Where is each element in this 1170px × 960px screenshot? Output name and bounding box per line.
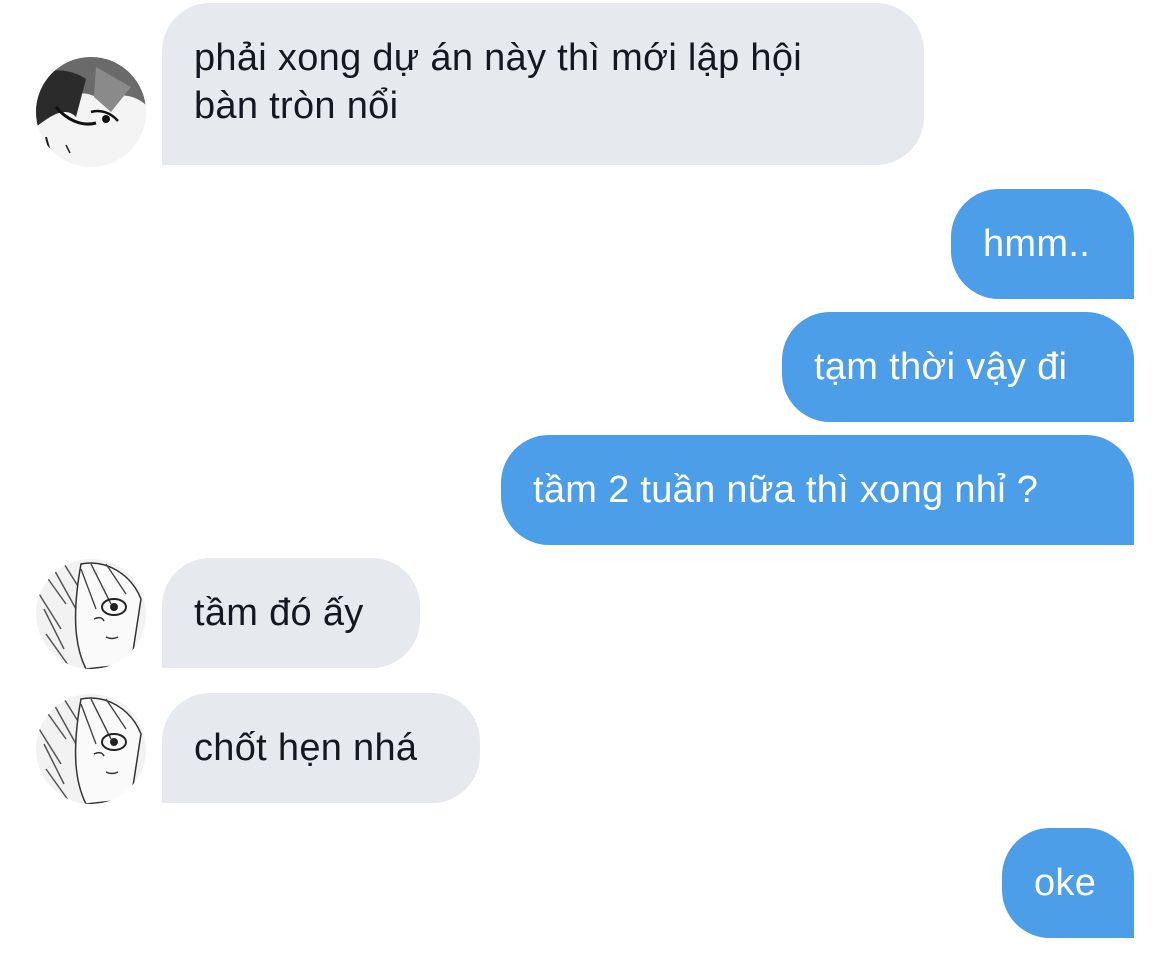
message-text: chốt hẹn nhá <box>194 727 418 769</box>
message-bubble-outgoing[interactable]: tầm 2 tuần nữa thì xong nhỉ ? <box>501 435 1134 545</box>
message-bubble-incoming[interactable]: tầm đó ấy <box>162 558 420 668</box>
message-text: hmm.. <box>983 223 1091 265</box>
message-bubble-outgoing[interactable]: hmm.. <box>951 189 1134 299</box>
message-bubble-incoming[interactable]: chốt hẹn nhá <box>162 693 480 803</box>
message-text: tạm thời vậy đi <box>814 346 1068 388</box>
avatar-sketch-face-icon <box>36 559 146 669</box>
sender-avatar[interactable] <box>36 559 146 669</box>
message-text: tầm 2 tuần nữa thì xong nhỉ ? <box>533 469 1039 511</box>
message-bubble-incoming[interactable]: phải xong dự án này thì mới lập hội bàn … <box>162 3 924 165</box>
sender-avatar[interactable] <box>36 57 146 167</box>
message-text-line: bàn tròn nổi <box>194 85 399 127</box>
avatar-dark-hair-icon <box>36 57 146 167</box>
message-text: oke <box>1034 862 1097 904</box>
message-bubble-outgoing[interactable]: tạm thời vậy đi <box>782 312 1134 422</box>
message-bubble-outgoing[interactable]: oke <box>1002 828 1134 938</box>
sender-avatar[interactable] <box>36 694 146 804</box>
avatar-sketch-face-icon <box>36 694 146 804</box>
message-text-line: phải xong dự án này thì mới lập hội <box>194 37 802 79</box>
message-text: tầm đó ấy <box>194 592 364 634</box>
